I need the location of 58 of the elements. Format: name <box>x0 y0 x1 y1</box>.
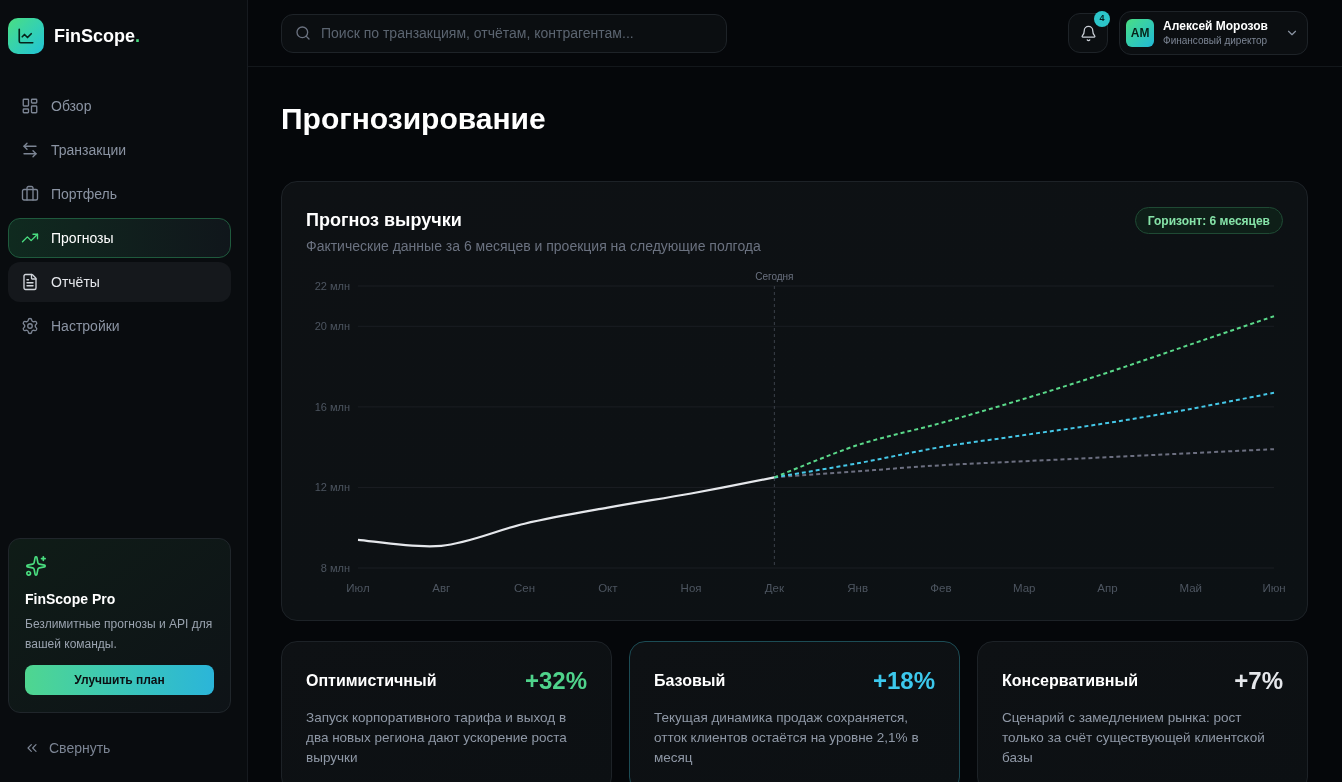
axis-label: Ноя <box>680 582 702 594</box>
nav-item[interactable]: Отчёты <box>8 262 231 302</box>
axis-label: Окт <box>598 582 618 594</box>
search-icon <box>295 24 311 41</box>
axis-label: 22 млн <box>314 280 350 292</box>
axis-label: 16 млн <box>314 400 350 413</box>
axis-label: Май <box>1179 582 1202 594</box>
scenario-change: +7% <box>1234 666 1283 696</box>
user-menu-button[interactable]: АМ Алексей Морозов Финансовый директор <box>1119 11 1308 55</box>
scenario-description: Текущая динамика продаж сохраняется, отток клиентов остаётся на уровне 2,1% в месяц <box>654 709 920 767</box>
document-icon <box>21 273 39 291</box>
nav-item[interactable]: Прогнозы <box>8 218 231 258</box>
nav-item[interactable]: Портфель <box>8 174 231 214</box>
collapse-button[interactable]: Свернуть <box>24 738 111 758</box>
bell-icon <box>1079 24 1097 42</box>
search-field[interactable]: Поиск по транзакциям, отчётам, контрагентам... <box>281 13 727 53</box>
user-role: Финансовый директор <box>1163 34 1268 47</box>
scenario-title: Оптимистичный <box>306 671 437 691</box>
briefcase-icon <box>21 185 39 203</box>
page-title: Прогнозирование <box>281 101 547 137</box>
promo-text: Безлимитные прогнозы и API для вашей команды. <box>25 616 214 653</box>
sparkles-icon <box>25 555 47 577</box>
dashboard-icon <box>21 97 39 115</box>
scenario-change: +18% <box>872 666 935 696</box>
axis-label: 8 млн <box>320 562 350 574</box>
nav-item[interactable]: Транзакции <box>8 130 231 170</box>
scenario-change: +32% <box>524 666 587 696</box>
brand-name: FinScope. <box>54 24 141 48</box>
axis-label: Мар <box>1012 582 1036 594</box>
axis-label: Авг <box>432 582 451 594</box>
user-name: Алексей Морозов <box>1163 19 1268 34</box>
axis-label: 12 млн <box>314 481 350 494</box>
card-subtitle: Фактические данные за 6 месяцев и проекция на следующие полгода <box>306 237 761 256</box>
arrows-left-right-icon <box>21 141 39 159</box>
notification-button[interactable]: 4 <box>1068 13 1109 53</box>
line-chart-logo-icon <box>8 18 44 54</box>
axis-label: Дек <box>764 582 784 594</box>
promo-title: FinScope Pro <box>25 590 117 609</box>
settings-icon <box>21 317 39 335</box>
scenario-description: Запуск корпоративного тарифа и выход в два новых региона дают ускорение роста выручки <box>306 709 568 767</box>
upgrade-button[interactable]: Улучшить план <box>25 665 214 695</box>
user-avatar: АМ <box>1126 19 1155 47</box>
card-title: Прогноз выручки <box>306 209 463 232</box>
nav-item[interactable]: Обзор <box>8 86 231 126</box>
axis-label: Фев <box>930 582 952 594</box>
scenario-title: Базовый <box>654 671 726 691</box>
axis-label: Янв <box>847 582 868 594</box>
scenario-title: Консервативный <box>1002 671 1138 691</box>
horizon-badge: Горизонт: 6 месяцев <box>1134 207 1283 234</box>
axis-label: Апр <box>1097 582 1118 594</box>
scenario-description: Сценарий с замедлением рынка: рост только за счёт существующей клиентской базы <box>1002 709 1266 767</box>
axis-label: Сен <box>514 582 536 594</box>
axis-label: 20 млн <box>314 320 350 333</box>
notification-badge: 4 <box>1094 11 1111 27</box>
nav-item[interactable]: Настройки <box>8 306 231 346</box>
axis-label: Июн <box>1262 582 1285 594</box>
axis-label: Июл <box>346 582 370 594</box>
today-label: Сегодня <box>755 271 794 282</box>
